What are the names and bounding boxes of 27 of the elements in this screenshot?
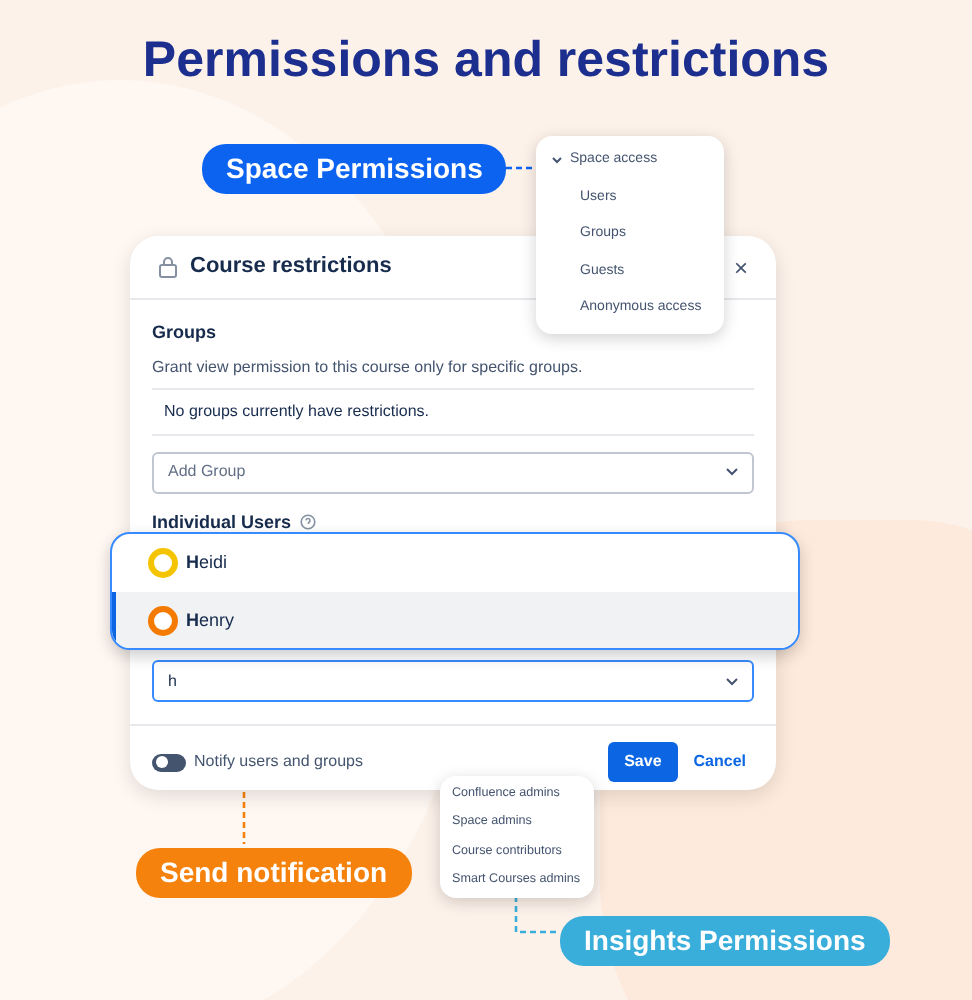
chevron-icon [726,468,738,476]
user-option[interactable]: Henry [112,592,798,648]
section-heading: Groups [152,320,219,346]
help-icon[interactable] [299,514,316,531]
chevron-icon [726,677,738,685]
page-title: Permissions and restrictions [140,30,832,92]
callout-label: Insights Permissions [560,916,890,966]
user-option[interactable]: Heidi [112,534,798,592]
connector-line [514,896,560,934]
section-heading: Individual Users [152,509,292,535]
connector-line [242,792,246,844]
toggle-label: Notify users and groups [194,750,363,774]
close-button[interactable]: × [733,255,748,279]
chevron-icon[interactable] [552,156,562,165]
dialog-title: Course restrictions [190,252,392,283]
description-text: Grant view permission to this course only for specific groups. [152,355,585,380]
group-select[interactable]: Add Group [152,451,754,493]
cancel-link[interactable]: Cancel [685,742,754,782]
save-button[interactable]: Save [608,742,678,782]
empty-message: No groups currently have restrictions. [162,399,431,424]
toggle-switch[interactable] [152,753,186,771]
callout-label: Send notification [136,848,412,898]
callout-label: Space Permissions [202,144,507,194]
user-name: Heidi [186,549,228,576]
user-search-field[interactable]: h [152,660,754,702]
user-name: Henry [186,607,235,634]
lock-icon [158,256,178,278]
